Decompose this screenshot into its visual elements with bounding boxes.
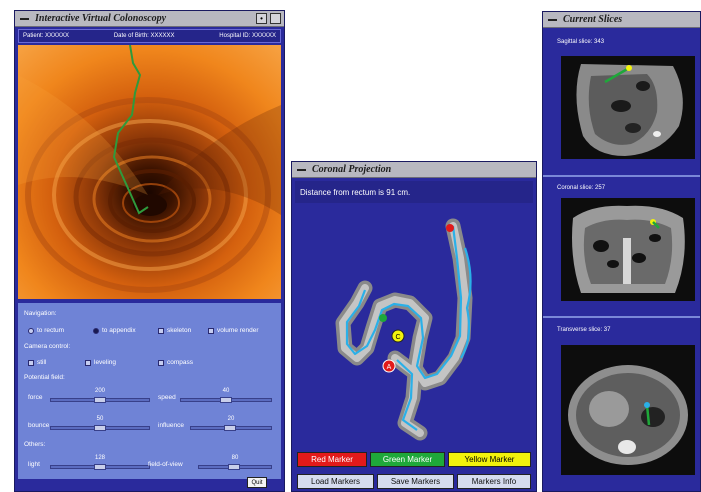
colon-interior-image	[18, 45, 281, 299]
load-markers-button[interactable]: Load Markers	[297, 474, 374, 489]
window-title: Current Slices	[563, 14, 623, 25]
quit-button[interactable]: Quit	[247, 477, 267, 488]
window-menu-icon[interactable]	[545, 14, 559, 26]
speed-slider[interactable]: 40	[180, 388, 272, 403]
red-marker-point[interactable]	[446, 224, 454, 232]
light-slider[interactable]: 128	[50, 455, 150, 470]
coronal-slice-view[interactable]	[561, 198, 695, 301]
virtual-colonoscopy-window: Interactive Virtual Colonoscopy • Patien…	[14, 10, 285, 492]
still-checkbox[interactable]: still	[28, 359, 46, 366]
current-slices-titlebar[interactable]: Current Slices	[543, 12, 700, 28]
skeleton-checkbox[interactable]: skeleton	[158, 327, 191, 334]
control-panel: Navigation: to rectum to appendix skelet…	[18, 303, 281, 479]
patient-info-bar: Patient: XXXXXX Date of Birth: XXXXXX Ho…	[18, 29, 281, 43]
force-value: 200	[94, 388, 105, 394]
potential-field-label: Potential field:	[24, 374, 65, 381]
red-marker-button[interactable]: Red Marker	[297, 452, 367, 467]
light-value: 128	[94, 455, 105, 461]
influence-label: influence	[158, 422, 185, 429]
speed-slider-thumb[interactable]	[220, 397, 232, 403]
coronal-projection-view[interactable]: C A	[295, 208, 533, 448]
endoscopic-colon-view[interactable]	[18, 45, 281, 299]
bounce-value: 50	[96, 416, 104, 422]
markers-info-button[interactable]: Markers Info	[457, 474, 531, 489]
compass-checkbox[interactable]: compass	[158, 359, 193, 366]
current-slices-window: Current Slices Sagittal slice: 343 Coron…	[542, 11, 701, 492]
speed-value: 40	[222, 388, 230, 394]
virtual-colonoscopy-titlebar[interactable]: Interactive Virtual Colonoscopy •	[15, 11, 284, 27]
patient-label: Patient: XXXXXX	[23, 33, 70, 39]
green-marker-button[interactable]: Green Marker	[370, 452, 445, 467]
coronal-ct-image	[561, 198, 695, 301]
minimize-button[interactable]: •	[256, 13, 267, 24]
bounce-label: bounce	[28, 422, 50, 429]
colon-projection-image: C A	[295, 208, 533, 448]
camera-control-label: Camera control:	[24, 343, 71, 350]
field-of-view-slider-thumb[interactable]	[228, 464, 240, 470]
transverse-slice-view[interactable]	[561, 345, 695, 475]
influence-slider[interactable]: 20	[190, 416, 272, 431]
volume-render-checkbox[interactable]: volume render	[208, 327, 259, 334]
speed-label: speed	[158, 394, 176, 401]
to-rectum-radio[interactable]: to rectum	[28, 327, 64, 334]
force-label: force	[28, 394, 43, 401]
yellow-marker-letter: C	[395, 334, 400, 341]
field-of-view-label: field-of-view	[148, 461, 183, 468]
distance-readout: Distance from rectum is 91 cm.	[295, 181, 533, 203]
transverse-ct-image	[561, 345, 695, 475]
dob-label: Date of Birth: XXXXXX	[113, 33, 175, 39]
slice-divider	[543, 316, 700, 318]
bounce-slider[interactable]: 50	[50, 416, 150, 431]
coronal-slice-label: Coronal slice: 257	[557, 185, 606, 191]
green-marker-point[interactable]	[379, 314, 387, 322]
light-label: light	[28, 461, 40, 468]
bounce-slider-thumb[interactable]	[94, 425, 106, 431]
window-menu-icon[interactable]	[17, 13, 31, 25]
coronal-projection-titlebar[interactable]: Coronal Projection	[292, 162, 536, 178]
slice-divider	[543, 175, 700, 177]
leveling-checkbox[interactable]: leveling	[85, 359, 116, 366]
to-appendix-radio[interactable]: to appendix	[93, 327, 136, 334]
sagittal-slice-view[interactable]	[561, 56, 695, 159]
field-of-view-value: 80	[231, 455, 239, 461]
others-label: Others:	[24, 441, 46, 448]
field-of-view-slider[interactable]: 80	[198, 455, 272, 470]
sagittal-slice-label: Sagittal slice: 343	[557, 39, 605, 45]
window-title: Interactive Virtual Colonoscopy	[35, 13, 167, 24]
navigation-label: Navigation:	[24, 310, 57, 317]
red-marker-letter: A	[387, 364, 392, 371]
influence-slider-thumb[interactable]	[224, 425, 236, 431]
hospital-id-label: Hospital ID: XXXXXX	[219, 33, 276, 39]
yellow-marker-button[interactable]: Yellow Marker	[448, 452, 531, 467]
force-slider[interactable]: 200	[50, 388, 150, 403]
force-slider-thumb[interactable]	[94, 397, 106, 403]
sagittal-ct-image	[561, 56, 695, 159]
light-slider-thumb[interactable]	[94, 464, 106, 470]
maximize-button[interactable]	[270, 13, 281, 24]
coronal-projection-window: Coronal Projection Distance from rectum …	[291, 161, 537, 492]
transverse-slice-label: Transverse slice: 37	[557, 327, 611, 333]
influence-value: 20	[227, 416, 235, 422]
window-title: Coronal Projection	[312, 164, 392, 175]
window-menu-icon[interactable]	[294, 164, 308, 176]
save-markers-button[interactable]: Save Markers	[377, 474, 454, 489]
